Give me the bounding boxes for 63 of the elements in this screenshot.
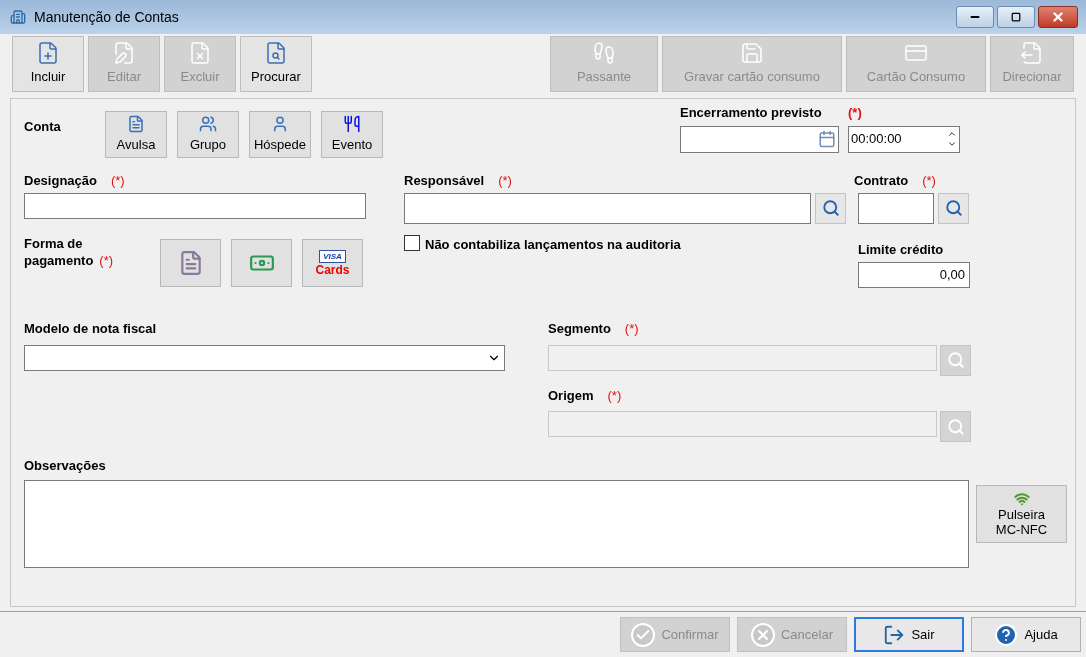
search-button[interactable] bbox=[938, 192, 969, 224]
person-icon bbox=[271, 114, 289, 133]
wristband-button[interactable]: Pulseira MC-NFC bbox=[976, 485, 1067, 543]
notes-field[interactable] bbox=[24, 479, 969, 568]
field-label: Forma de bbox=[24, 235, 84, 252]
required-mark: (*) bbox=[498, 172, 512, 190]
checkbox-label: Não contabiliza lançamentos na auditoria bbox=[425, 236, 681, 254]
field-label: Designação bbox=[24, 172, 97, 190]
date-field[interactable] bbox=[680, 125, 839, 153]
maximize-icon bbox=[1011, 12, 1021, 22]
building-icon bbox=[10, 9, 26, 25]
field-label: Observações bbox=[24, 457, 107, 475]
help-icon bbox=[994, 622, 1019, 647]
cutlery-icon bbox=[343, 114, 361, 133]
spin-down-icon bbox=[947, 139, 957, 149]
field-label: Segmento bbox=[548, 320, 611, 338]
search-icon bbox=[821, 199, 840, 217]
search-icon bbox=[944, 199, 963, 217]
field-label: Encerramento previsto bbox=[680, 105, 822, 120]
footer-button[interactable]: Ajuda bbox=[971, 617, 1081, 652]
contract-field[interactable] bbox=[858, 192, 934, 224]
required-mark: (*) bbox=[111, 172, 125, 190]
field-label: Modelo de nota fiscal bbox=[24, 320, 158, 338]
required-mark: (*) bbox=[99, 252, 114, 269]
account-type-button[interactable]: Avulsa bbox=[105, 111, 167, 158]
close-button[interactable] bbox=[1038, 6, 1078, 28]
payment-button[interactable] bbox=[160, 239, 221, 287]
field-label: Contrato bbox=[854, 172, 909, 190]
search-icon bbox=[946, 351, 965, 369]
card-logo: VISA bbox=[319, 249, 346, 263]
designation-field[interactable] bbox=[24, 192, 366, 219]
payment-button[interactable] bbox=[231, 239, 292, 287]
field-label: Conta bbox=[24, 119, 61, 134]
account-type-button[interactable]: Hóspede bbox=[249, 111, 311, 158]
time-field[interactable]: 00:00:00 bbox=[848, 125, 960, 153]
wireless-icon bbox=[1013, 491, 1030, 507]
invoice-model-dropdown[interactable] bbox=[24, 344, 505, 371]
close-icon bbox=[1051, 10, 1065, 24]
credit-limit-field[interactable]: 0,00 bbox=[858, 261, 970, 288]
people-icon bbox=[199, 114, 217, 133]
required-mark: (*) bbox=[848, 104, 862, 122]
search-icon bbox=[946, 417, 965, 436]
field-label: Origem bbox=[548, 386, 594, 405]
responsible-field[interactable] bbox=[404, 192, 811, 224]
required-mark: (*) bbox=[624, 320, 639, 338]
account-type-button[interactable]: Grupo bbox=[177, 111, 239, 158]
calendar-icon bbox=[818, 130, 836, 148]
field-label: Limite crédito bbox=[858, 241, 945, 259]
field-label: pagamento bbox=[24, 252, 94, 269]
window-title: Manutenção de Contas bbox=[34, 7, 179, 27]
payment-button[interactable]: VISA Cards bbox=[302, 239, 363, 287]
footer-button[interactable]: Sair bbox=[854, 617, 964, 652]
maximize-button[interactable] bbox=[997, 6, 1035, 28]
search-button[interactable] bbox=[815, 192, 846, 224]
toolbar-button[interactable]: Procurar bbox=[240, 36, 312, 92]
required-mark: (*) bbox=[922, 172, 936, 190]
required-mark: (*) bbox=[607, 386, 622, 405]
field-label: Responsável bbox=[404, 172, 485, 190]
spin-up-icon bbox=[947, 129, 957, 139]
checkbox[interactable] bbox=[404, 235, 420, 251]
toolbar-button[interactable]: Incluir bbox=[12, 36, 84, 92]
exit-door-icon bbox=[883, 623, 906, 646]
account-type-button[interactable]: Evento bbox=[321, 111, 383, 158]
